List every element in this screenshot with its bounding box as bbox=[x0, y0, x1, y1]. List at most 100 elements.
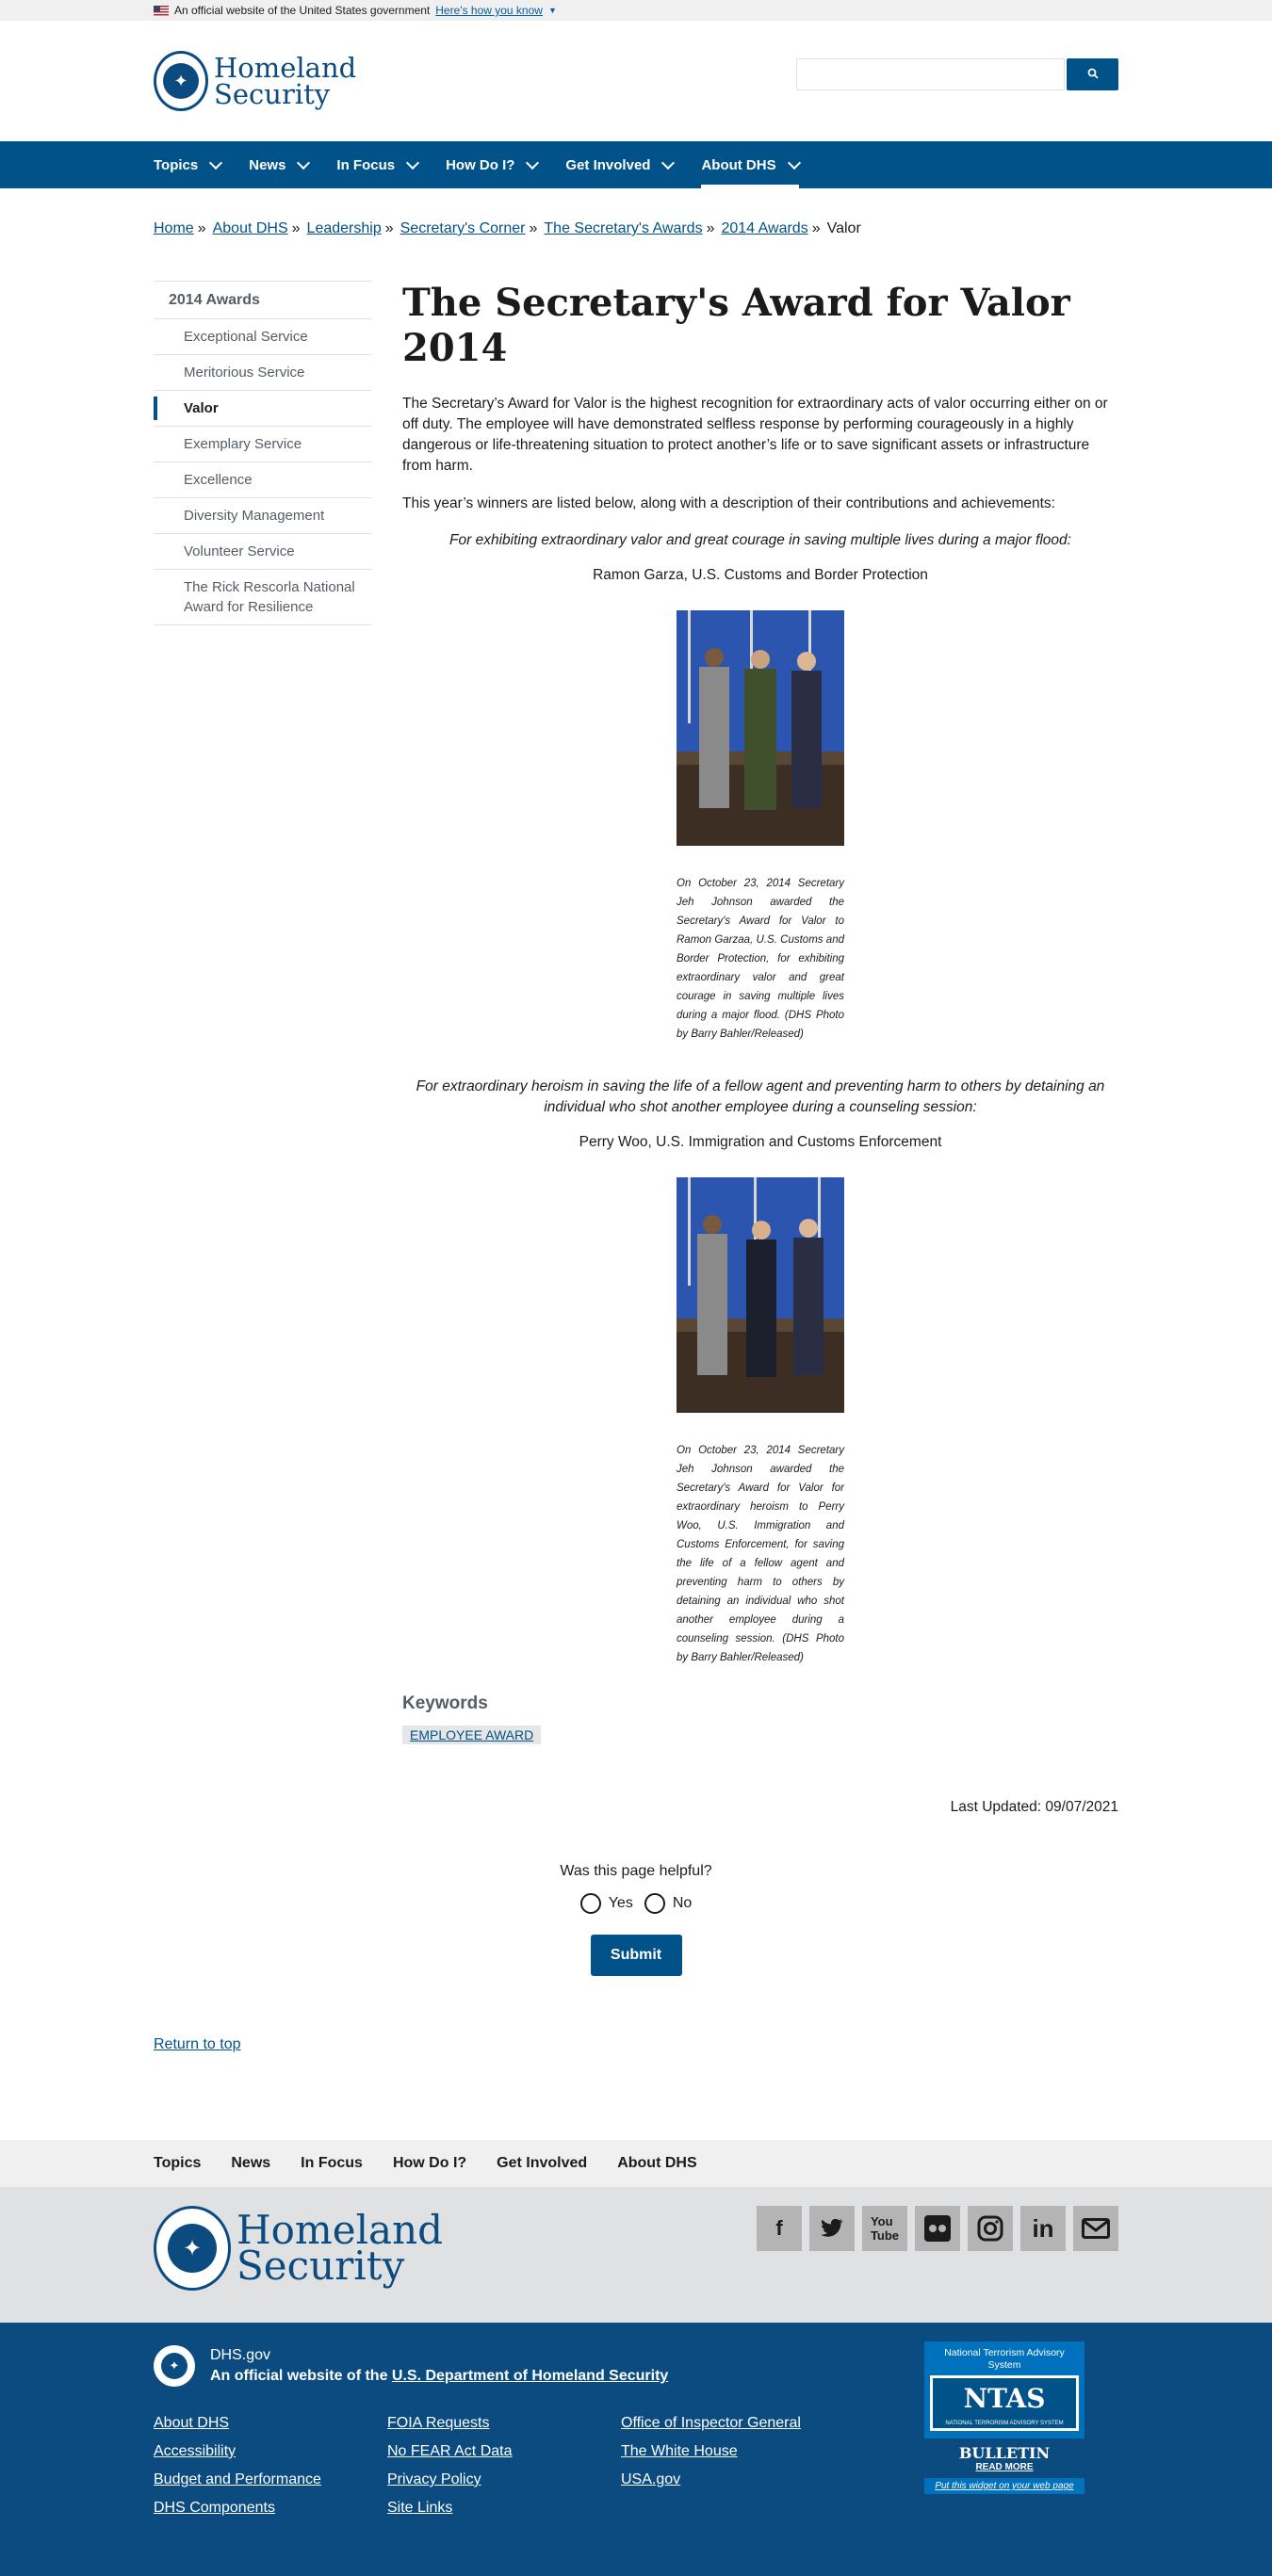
footer-official-text: An official website of the U.S. Departme… bbox=[210, 2366, 668, 2387]
site-header: ✦ Homeland Security bbox=[0, 21, 1272, 141]
award-photo-caption: On October 23, 2014 Secretary Jeh Johnso… bbox=[677, 1445, 844, 1663]
nav-label: Get Involved bbox=[565, 156, 651, 173]
dhs-logo[interactable]: ✦ Homeland Security bbox=[154, 51, 356, 111]
footer-link-no-fear[interactable]: No FEAR Act Data bbox=[387, 2438, 621, 2466]
dhs-seal-icon: ✦ bbox=[154, 51, 208, 111]
feedback-yes-radio[interactable]: Yes bbox=[579, 1893, 633, 1914]
breadcrumb-about-dhs[interactable]: About DHS bbox=[213, 220, 288, 237]
ntas-widget-link[interactable]: Put this widget on your web page bbox=[924, 2478, 1084, 2494]
ntas-heading: National Terrorism Advisory System bbox=[944, 2347, 1065, 2371]
footer-dhs-logo[interactable]: ✦ Homeland Security bbox=[154, 2206, 443, 2291]
radio-label: Yes bbox=[608, 1895, 633, 1911]
footer-nav-how-do-i[interactable]: How Do I? bbox=[393, 2155, 466, 2172]
dhs-link[interactable]: U.S. Department of Homeland Security bbox=[392, 2368, 668, 2384]
linkedin-icon[interactable]: in bbox=[1020, 2206, 1066, 2251]
nav-in-focus[interactable]: In Focus bbox=[336, 141, 420, 188]
page-title: The Secretary's Award for Valor 2014 bbox=[402, 281, 1070, 370]
breadcrumb-secretarys-awards[interactable]: The Secretary's Awards bbox=[544, 220, 702, 237]
sidenav-item-valor[interactable]: Valor bbox=[154, 391, 371, 427]
us-flag-icon bbox=[154, 5, 169, 16]
heres-how-you-know-link[interactable]: Here's how you know bbox=[435, 4, 543, 17]
footer-link-about-dhs[interactable]: About DHS bbox=[154, 2409, 387, 2438]
breadcrumb-2014-awards[interactable]: 2014 Awards bbox=[721, 220, 807, 237]
main-content: The Secretary's Award for Valor 2014 The… bbox=[402, 281, 1118, 1816]
dhs-seal-icon: ✦ bbox=[154, 2206, 231, 2291]
sidenav-item-rick-rescorla[interactable]: The Rick Rescorla National Award for Res… bbox=[154, 570, 371, 625]
ntas-read-more[interactable]: READ MORE bbox=[924, 2462, 1084, 2472]
breadcrumb: Home» About DHS» Leadership» Secretary's… bbox=[154, 220, 1118, 237]
search-input[interactable] bbox=[796, 58, 1065, 90]
footer-links-col: FOIA Requests No FEAR Act Data Privacy P… bbox=[387, 2409, 621, 2522]
sidenav-item-exemplary-service[interactable]: Exemplary Service bbox=[154, 427, 371, 462]
search-button[interactable] bbox=[1067, 58, 1118, 90]
footer-nav-topics[interactable]: Topics bbox=[154, 2155, 201, 2172]
sidenav-item-volunteer-service[interactable]: Volunteer Service bbox=[154, 534, 371, 570]
twitter-icon[interactable] bbox=[809, 2206, 855, 2251]
logo-line1: Homeland bbox=[214, 52, 357, 84]
last-updated: Last Updated: 09/07/2021 bbox=[950, 1799, 1118, 1815]
award-winner: Perry Woo, U.S. Immigration and Customs … bbox=[579, 1134, 942, 1150]
footer-link-usa-gov[interactable]: USA.gov bbox=[621, 2466, 855, 2494]
side-nav: 2014 Awards Exceptional Service Meritori… bbox=[154, 281, 371, 1816]
return-to-top: Return to top bbox=[154, 2036, 1118, 2053]
feedback-no-radio[interactable]: No bbox=[644, 1893, 692, 1914]
award-photo-caption: On October 23, 2014 Secretary Jeh Johnso… bbox=[677, 878, 844, 1040]
breadcrumb-secretarys-corner[interactable]: Secretary's Corner bbox=[400, 220, 526, 237]
breadcrumb-current: Valor bbox=[826, 220, 861, 236]
flickr-icon[interactable] bbox=[915, 2206, 960, 2251]
sidenav-item-excellence[interactable]: Excellence bbox=[154, 462, 371, 498]
keyword-link[interactable]: EMPLOYEE AWARD bbox=[410, 1727, 533, 1742]
footer-link-site-links[interactable]: Site Links bbox=[387, 2494, 621, 2522]
youtube-icon[interactable]: You Tube bbox=[862, 2206, 907, 2251]
email-icon[interactable] bbox=[1073, 2206, 1118, 2251]
instagram-icon[interactable] bbox=[968, 2206, 1013, 2251]
footer-link-privacy[interactable]: Privacy Policy bbox=[387, 2466, 621, 2494]
breadcrumb-separator: » bbox=[384, 220, 394, 236]
nav-about-dhs[interactable]: About DHS bbox=[701, 141, 801, 188]
footer-nav-news[interactable]: News bbox=[231, 2155, 270, 2172]
footer-nav-about-dhs[interactable]: About DHS bbox=[617, 2155, 696, 2172]
nav-news[interactable]: News bbox=[249, 141, 311, 188]
breadcrumb-leadership[interactable]: Leadership bbox=[307, 220, 382, 237]
ntas-widget[interactable]: National Terrorism Advisory System NTAS … bbox=[924, 2341, 1084, 2494]
sidenav-item-diversity-management[interactable]: Diversity Management bbox=[154, 498, 371, 534]
return-to-top-link[interactable]: Return to top bbox=[154, 2036, 241, 2052]
footer-link-accessibility[interactable]: Accessibility bbox=[154, 2438, 387, 2466]
footer-link-budget[interactable]: Budget and Performance bbox=[154, 2466, 387, 2494]
chevron-down-icon bbox=[209, 155, 223, 170]
award-winner: Ramon Garza, U.S. Customs and Border Pro… bbox=[593, 567, 928, 583]
sidenav-item-meritorious-service[interactable]: Meritorious Service bbox=[154, 355, 371, 391]
nav-topics[interactable]: Topics bbox=[154, 141, 223, 188]
winners-intro: This year’s winners are listed below, al… bbox=[402, 495, 1055, 511]
ntas-bulletin: BULLETIN bbox=[958, 2444, 1051, 2462]
facebook-icon[interactable]: f bbox=[757, 2206, 802, 2251]
sidenav-title[interactable]: 2014 Awards bbox=[154, 282, 371, 319]
search-icon bbox=[1087, 68, 1099, 79]
footer-links-col: About DHS Accessibility Budget and Perfo… bbox=[154, 2409, 387, 2522]
sidenav-item-exceptional-service[interactable]: Exceptional Service bbox=[154, 319, 371, 355]
gov-banner: An official website of the United States… bbox=[0, 0, 1272, 21]
nav-how-do-i[interactable]: How Do I? bbox=[446, 141, 540, 188]
footer-link-components[interactable]: DHS Components bbox=[154, 2494, 387, 2522]
dhs-seal-icon: ✦ bbox=[154, 2345, 195, 2387]
footer-nav-in-focus[interactable]: In Focus bbox=[301, 2155, 363, 2172]
footer-link-foia[interactable]: FOIA Requests bbox=[387, 2409, 621, 2438]
radio-circle-icon bbox=[644, 1893, 665, 1914]
ntas-logo-sub: NATIONAL TERRORISM ADVISORY SYSTEM bbox=[933, 2420, 1076, 2428]
footer-domain: DHS.gov bbox=[210, 2347, 271, 2363]
footer-nav: Topics News In Focus How Do I? Get Invol… bbox=[0, 2140, 1272, 2187]
award-photo[interactable] bbox=[677, 1177, 844, 1413]
award-photo[interactable] bbox=[677, 610, 844, 846]
breadcrumb-separator: » bbox=[291, 220, 301, 236]
nav-label: How Do I? bbox=[446, 156, 515, 173]
footer-links-col: Office of Inspector General The White Ho… bbox=[621, 2409, 855, 2522]
award-citation: For extraordinary heroism in saving the … bbox=[416, 1078, 1105, 1115]
footer-link-white-house[interactable]: The White House bbox=[621, 2438, 855, 2466]
breadcrumb-home[interactable]: Home bbox=[154, 220, 194, 237]
footer-link-oig[interactable]: Office of Inspector General bbox=[621, 2409, 855, 2438]
submit-button[interactable]: Submit bbox=[590, 1935, 682, 1976]
chevron-down-icon bbox=[406, 155, 420, 170]
nav-get-involved[interactable]: Get Involved bbox=[565, 141, 676, 188]
footer-nav-get-involved[interactable]: Get Involved bbox=[497, 2155, 587, 2172]
social-links: f You Tube in bbox=[757, 2206, 1118, 2251]
